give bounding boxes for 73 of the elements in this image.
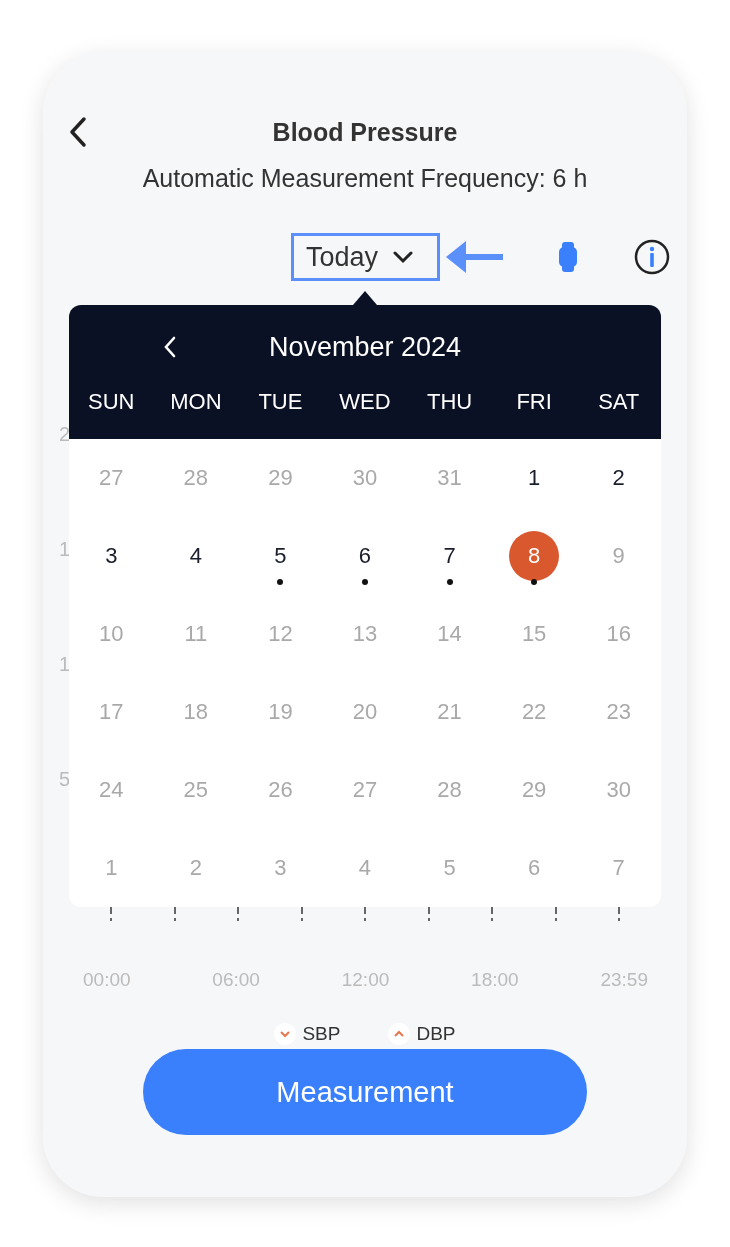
calendar-day: 18: [170, 687, 221, 737]
weekday-label: TUE: [258, 389, 303, 415]
calendar-day: 26: [255, 765, 306, 815]
calendar-day[interactable]: 3: [86, 531, 137, 581]
calendar-day: 30: [593, 765, 644, 815]
screen-title: Blood Pressure: [272, 117, 458, 147]
calendar-day: 24: [86, 765, 137, 815]
calendar-day: 27: [86, 453, 137, 503]
calendar-day: 1: [86, 843, 137, 893]
calendar-day: 15: [509, 609, 560, 659]
weekday-label: FRI: [516, 389, 552, 415]
calendar-day: 9: [593, 531, 644, 581]
calendar-day: 28: [424, 765, 475, 815]
weekday-label: SAT: [598, 389, 640, 415]
calendar-day: 12: [255, 609, 306, 659]
chevron-up-icon: [388, 1023, 411, 1045]
weekday-label: WED: [339, 389, 391, 415]
measurement-button[interactable]: Measurement: [143, 1049, 587, 1135]
chevron-down-icon: [392, 250, 415, 264]
calendar-day: 25: [170, 765, 221, 815]
calendar-day: 29: [255, 453, 306, 503]
calendar-day[interactable]: 1: [509, 453, 560, 503]
info-icon[interactable]: [634, 239, 670, 275]
calendar-day: 30: [340, 453, 390, 503]
axis-label: 1: [59, 538, 71, 561]
calendar-day[interactable]: 8: [509, 531, 560, 581]
arrow-icon: [446, 239, 504, 275]
calendar-day: 2: [170, 843, 221, 893]
calendar-day: 22: [509, 687, 560, 737]
calendar-day: 11: [170, 609, 221, 659]
calendar-day: 6: [509, 843, 560, 893]
calendar-day[interactable]: 6: [340, 531, 390, 581]
axis-label: 5: [59, 768, 71, 791]
calendar-day: 20: [340, 687, 390, 737]
calendar-day: 10: [86, 609, 137, 659]
time-label: 18:00: [471, 969, 519, 991]
calendar-day: 14: [424, 609, 475, 659]
calendar-day: 29: [509, 765, 560, 815]
calendar-day[interactable]: 2: [593, 453, 644, 503]
month-title: November 2024: [268, 331, 462, 363]
time-label: 23:59: [600, 969, 648, 991]
time-label: 06:00: [212, 969, 260, 991]
calendar-day: 28: [170, 453, 221, 503]
calendar-day: 5: [424, 843, 475, 893]
calendar-day: 23: [593, 687, 644, 737]
axis-label: 2: [59, 423, 71, 446]
calendar-day[interactable]: 5: [255, 531, 306, 581]
calendar-day: 7: [593, 843, 644, 893]
calendar-day: 31: [424, 453, 475, 503]
axis-label: 1: [59, 653, 71, 676]
calendar-day: 13: [340, 609, 390, 659]
weekday-label: THU: [426, 389, 473, 415]
legend-label: SBP: [302, 1023, 341, 1045]
date-dropdown[interactable]: Today: [291, 233, 440, 281]
back-icon[interactable]: [68, 116, 88, 148]
frequency-text: Automatic Measurement Frequency: 6 h: [142, 164, 588, 193]
calendar-day: 21: [424, 687, 475, 737]
calendar-day[interactable]: 4: [170, 531, 221, 581]
calendar-day: 4: [340, 843, 390, 893]
calendar-day: 27: [340, 765, 390, 815]
calendar-day: 17: [86, 687, 137, 737]
calendar-day[interactable]: 7: [424, 531, 475, 581]
calendar-day: 16: [593, 609, 644, 659]
legend-label: DBP: [416, 1023, 456, 1045]
time-label: 12:00: [341, 969, 390, 991]
weekday-label: MON: [170, 389, 222, 415]
time-label: 00:00: [83, 969, 131, 991]
weekday-label: SUN: [88, 389, 135, 415]
watch-icon[interactable]: [558, 241, 578, 273]
calendar-day: 19: [255, 687, 306, 737]
chevron-down-icon: [274, 1023, 297, 1045]
calendar-day: 3: [255, 843, 306, 893]
previous-month-icon[interactable]: [163, 335, 177, 359]
